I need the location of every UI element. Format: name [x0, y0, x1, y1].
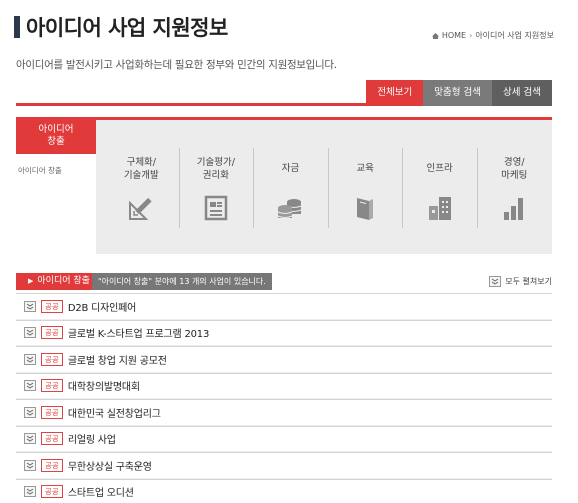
tab-all[interactable]: 전체보기 — [366, 80, 424, 106]
arrow-right-icon: ▶ — [28, 277, 34, 285]
list-item-title: 스타트업 오디션 — [67, 488, 134, 500]
category-item-education[interactable]: 교육 — [327, 120, 403, 254]
book-icon — [357, 198, 374, 220]
title-accent-bar — [14, 16, 20, 38]
list-item[interactable]: 공공 스타트업 오디션 — [16, 478, 552, 503]
result-count-message: "아이디어 창출" 분야에 13 개의 사업이 있습니다. — [92, 273, 272, 290]
category-label: 교육 — [356, 163, 374, 174]
public-badge: 공공 — [41, 458, 63, 472]
list-item[interactable]: 공공 글로벌 창업 지원 공모전 — [16, 346, 552, 373]
category-panel: 아이디어 창출 아이디어 창출 구체화/ 기술개발 기술평가/ 권리화 자금 교… — [16, 117, 552, 254]
chevron-down-icon[interactable] — [24, 486, 36, 498]
list-item[interactable]: 공공 글로벌 K-스타트업 프로그램 2013 — [16, 319, 552, 346]
category-item-development[interactable]: 구체화/ 기술개발 — [104, 120, 179, 254]
public-badge: 공공 — [41, 352, 63, 366]
breadcrumb: HOME › 아이디어 사업 지원정보 — [431, 30, 554, 41]
chevron-down-icon[interactable] — [24, 300, 36, 312]
list-item-title: 글로벌 창업 지원 공모전 — [67, 355, 167, 367]
public-badge: 공공 — [41, 432, 63, 446]
list-item-title: 대학창의발명대회 — [67, 382, 140, 394]
category-item-marketing[interactable]: 경영/ 마케팅 — [476, 120, 552, 254]
chevron-down-icon[interactable] — [24, 353, 36, 365]
tab-detail-search[interactable]: 상세 검색 — [492, 80, 552, 106]
bar-chart-icon — [504, 198, 524, 220]
list-item[interactable]: 공공 D2B 디자인페어 — [16, 293, 552, 320]
coins-icon — [278, 199, 302, 218]
category-label: 기술평가/ 권리화 — [196, 157, 235, 181]
public-badge: 공공 — [41, 326, 63, 340]
category-label: 경영/ 마케팅 — [501, 157, 528, 181]
tab-custom-search[interactable]: 맞춤형 검색 — [423, 80, 493, 106]
breadcrumb-current[interactable]: 아이디어 사업 지원정보 — [475, 30, 554, 41]
chevron-down-icon[interactable] — [24, 327, 36, 339]
breadcrumb-home[interactable]: HOME — [442, 31, 466, 40]
list-item[interactable]: 공공 대한민국 실전창업리그 — [16, 399, 552, 426]
list-item-title: D2B 디자인페어 — [67, 302, 137, 314]
category-item-evaluation[interactable]: 기술평가/ 권리화 — [178, 120, 254, 254]
program-list: 공공 D2B 디자인페어 공공 글로벌 K-스타트업 프로그램 2013 공공 … — [16, 293, 552, 503]
filter-tag-label: 아이디어 창출 — [37, 276, 90, 286]
public-badge: 공공 — [41, 485, 63, 499]
expand-all-button[interactable]: 모두 펼쳐보기 — [489, 273, 552, 290]
public-badge: 공공 — [41, 379, 63, 393]
list-item-title: 무한상상실 구축운영 — [67, 461, 152, 473]
filter-bar: ▶ 아이디어 창출 "아이디어 창출" 분야에 13 개의 사업이 있습니다. 모… — [16, 273, 552, 290]
list-item-title: 글로벌 K-스타트업 프로그램 2013 — [67, 329, 210, 341]
breadcrumb-separator: › — [469, 31, 473, 40]
list-item[interactable]: 공공 대학창의발명대회 — [16, 372, 552, 399]
chevron-down-icon[interactable] — [24, 459, 36, 471]
buildings-icon — [428, 197, 451, 220]
category-label: 구체화/ 기술개발 — [123, 157, 159, 181]
page-subtitle: 아이디어를 발전시키고 사업화하는데 필요한 정부와 민간의 지원정보입니다. — [16, 59, 337, 71]
view-tabs: 전체보기 맞춤형 검색 상세 검색 — [16, 80, 552, 106]
list-item[interactable]: 공공 리얼링 사업 — [16, 425, 552, 452]
document-icon — [204, 195, 228, 221]
page-title: 아이디어 사업 지원정보 — [26, 16, 228, 40]
chevron-down-icon — [489, 276, 502, 287]
chevron-down-icon[interactable] — [24, 406, 36, 418]
list-item[interactable]: 공공 무한상상실 구축운영 — [16, 452, 552, 479]
expand-all-label: 모두 펼쳐보기 — [505, 277, 552, 286]
filter-tag[interactable]: ▶ 아이디어 창출 — [16, 273, 98, 290]
category-tab-idea[interactable]: 아이디어 창출 — [16, 120, 96, 154]
category-sub-item[interactable]: 아이디어 창출 — [18, 165, 62, 176]
category-label: 자금 — [281, 163, 300, 174]
list-item-title: 대한민국 실전창업리그 — [67, 408, 161, 420]
list-item-title: 리얼링 사업 — [67, 435, 116, 447]
category-label: 인프라 — [426, 163, 453, 174]
chevron-down-icon[interactable] — [24, 380, 36, 392]
public-badge: 공공 — [41, 299, 63, 313]
chevron-down-icon[interactable] — [24, 433, 36, 445]
category-item-funding[interactable]: 자금 — [253, 120, 328, 254]
category-left-column: 아이디어 창출 아이디어 창출 — [16, 120, 96, 254]
category-item-infrastructure[interactable]: 인프라 — [402, 120, 477, 254]
home-icon — [431, 32, 439, 39]
public-badge: 공공 — [41, 405, 63, 419]
ruler-pencil-icon — [129, 197, 152, 220]
